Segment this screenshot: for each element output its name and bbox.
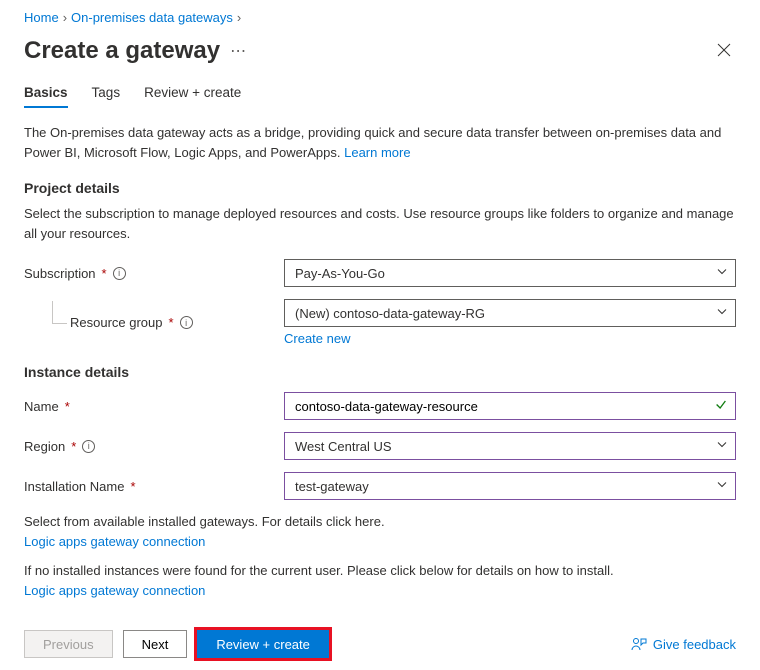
resource-group-row: Resource group * i (New) contoso-data-ga… [24, 299, 736, 346]
tabs: Basics Tags Review + create [24, 79, 736, 109]
breadcrumb-sep: › [63, 10, 67, 25]
page-title: Create a gateway [24, 37, 220, 65]
feedback-icon [631, 636, 647, 652]
required-icon: * [65, 399, 70, 414]
tab-review[interactable]: Review + create [144, 79, 241, 108]
breadcrumb: Home › On-premises data gateways › [24, 10, 736, 25]
region-label: Region [24, 439, 65, 454]
create-new-link[interactable]: Create new [284, 331, 350, 346]
tab-tags[interactable]: Tags [92, 79, 121, 108]
region-select[interactable]: West Central US [284, 432, 736, 460]
breadcrumb-sep: › [237, 10, 241, 25]
region-value: West Central US [295, 439, 392, 454]
logic-apps-link-2[interactable]: Logic apps gateway connection [24, 583, 205, 598]
give-feedback-link[interactable]: Give feedback [631, 636, 736, 652]
subscription-row: Subscription * i Pay-As-You-Go [24, 259, 736, 287]
check-icon [714, 398, 728, 415]
give-feedback-label: Give feedback [653, 637, 736, 652]
next-button[interactable]: Next [123, 630, 188, 658]
name-row: Name * [24, 392, 736, 420]
installation-name-label: Installation Name [24, 479, 124, 494]
description: The On-premises data gateway acts as a b… [24, 123, 736, 162]
instance-details-heading: Instance details [24, 364, 736, 380]
subscription-select[interactable]: Pay-As-You-Go [284, 259, 736, 287]
name-input[interactable] [284, 392, 736, 420]
subscription-value: Pay-As-You-Go [295, 266, 385, 281]
close-icon [716, 42, 732, 58]
installation-name-value: test-gateway [295, 479, 369, 494]
required-icon: * [130, 479, 135, 494]
required-icon: * [71, 439, 76, 454]
footer: Previous Next Review + create Give feedb… [0, 618, 760, 670]
help-block-2: If no installed instances were found for… [24, 561, 736, 600]
region-row: Region * i West Central US [24, 432, 736, 460]
info-icon[interactable]: i [180, 316, 193, 329]
title-row: Create a gateway ⋯ [24, 37, 736, 65]
help-text-1: Select from available installed gateways… [24, 512, 736, 532]
resource-group-select[interactable]: (New) contoso-data-gateway-RG [284, 299, 736, 327]
close-button[interactable] [712, 38, 736, 65]
installation-name-row: Installation Name * test-gateway [24, 472, 736, 500]
previous-button: Previous [24, 630, 113, 658]
breadcrumb-gateways[interactable]: On-premises data gateways [71, 10, 233, 25]
resource-group-value: (New) contoso-data-gateway-RG [295, 306, 485, 321]
required-icon: * [102, 266, 107, 281]
breadcrumb-home[interactable]: Home [24, 10, 59, 25]
tab-basics[interactable]: Basics [24, 79, 68, 108]
name-label: Name [24, 399, 59, 414]
name-input-wrap [284, 392, 736, 420]
required-icon: * [169, 315, 174, 330]
more-actions-icon[interactable]: ⋯ [230, 41, 246, 61]
review-create-button[interactable]: Review + create [197, 630, 329, 658]
info-icon[interactable]: i [113, 267, 126, 280]
installation-name-select[interactable]: test-gateway [284, 472, 736, 500]
help-block-1: Select from available installed gateways… [24, 512, 736, 551]
learn-more-link[interactable]: Learn more [344, 145, 410, 160]
project-details-heading: Project details [24, 180, 736, 196]
help-text-2: If no installed instances were found for… [24, 561, 736, 581]
info-icon[interactable]: i [82, 440, 95, 453]
resource-group-label: Resource group [70, 315, 163, 330]
logic-apps-link-1[interactable]: Logic apps gateway connection [24, 534, 205, 549]
subscription-label: Subscription [24, 266, 96, 281]
project-details-desc: Select the subscription to manage deploy… [24, 204, 736, 243]
